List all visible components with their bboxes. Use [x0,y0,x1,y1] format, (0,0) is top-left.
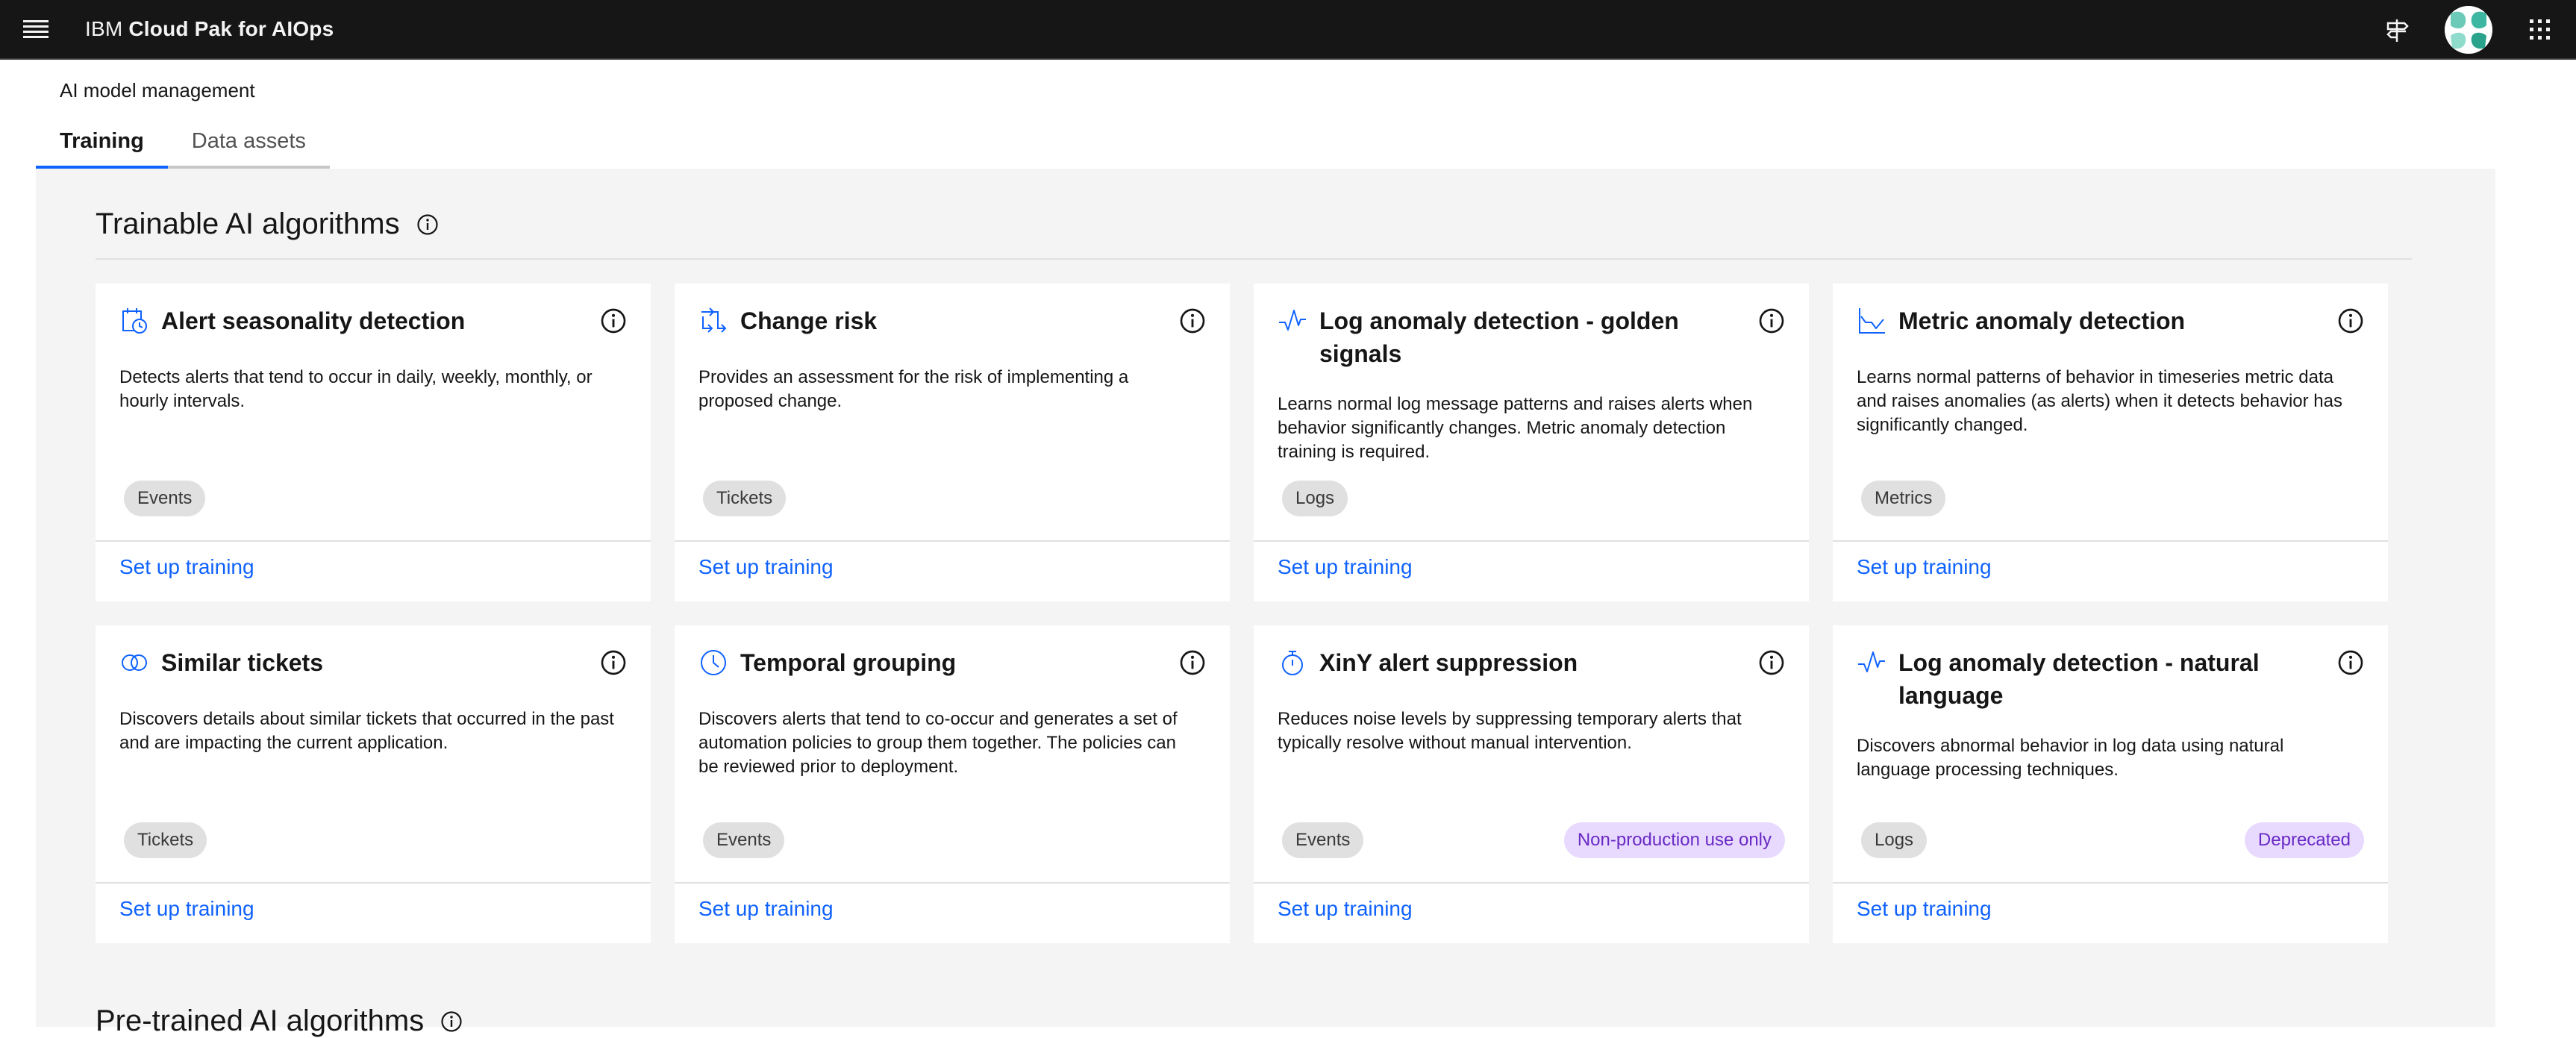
info-icon[interactable] [600,307,627,334]
algorithm-card: Similar tickets Discovers details about … [96,625,651,943]
info-icon[interactable] [1179,649,1206,676]
hamburger-menu-button[interactable] [0,0,72,59]
status-badge: Non-production use only [1563,822,1785,858]
status-badge: Deprecated [2244,822,2364,858]
tab-list: Training Data assets [36,116,330,169]
data-type-tag: Tickets [124,822,207,858]
data-type-tag: Metrics [1861,481,1946,516]
avatar-icon [2445,6,2492,54]
set-up-training-link[interactable]: Set up training [698,555,834,579]
info-icon[interactable] [416,213,439,236]
section-title: Pre-trained AI algorithms [96,1004,425,1037]
info-icon[interactable] [440,1010,463,1033]
training-panel: Trainable AI algorithms Alert seasonalit… [36,169,2495,1037]
data-type-tag: Tickets [703,481,787,516]
card-description: Discovers abnormal behavior in log data … [1857,736,2284,780]
card-description: Provides an assessment for the risk of i… [698,367,1129,411]
set-up-training-link[interactable]: Set up training [119,897,254,921]
product-label: Cloud Pak for AIOps [128,17,334,40]
user-avatar-button[interactable] [2433,0,2504,60]
section-divider [96,258,2412,260]
card-title: Temporal grouping [740,649,957,676]
info-icon[interactable] [600,649,627,676]
card-divider [1833,540,2388,542]
algorithm-card: Log anomaly detection - golden signals L… [1254,284,1809,601]
card-description: Discovers alerts that tend to co-occur a… [698,709,1178,777]
signpost-icon [2386,19,2409,42]
calendar-clock-icon [122,308,147,334]
avatar [2445,6,2492,54]
signpost-button[interactable] [2361,0,2433,60]
card-divider [1833,882,2388,884]
timer-icon [1282,651,1303,675]
info-icon[interactable] [1758,307,1785,334]
card-title: Change risk [740,307,878,334]
algorithm-card: Metric anomaly detection Learns normal p… [1833,284,2388,601]
info-icon[interactable] [1179,307,1206,334]
product-name[interactable]: IBM Cloud Pak for AIOps [85,17,334,41]
app-switcher-button[interactable] [2504,0,2576,60]
card-divider [96,882,651,884]
card-description: Reduces noise levels by suppressing temp… [1278,709,1742,753]
card-divider [1254,540,1809,542]
set-up-training-link[interactable]: Set up training [119,555,254,579]
card-divider [675,882,1230,884]
card-divider [96,540,651,542]
card-description: Detects alerts that tend to occur in dai… [119,367,593,411]
line-chart-icon [1859,308,1885,334]
clock-icon [701,650,726,675]
card-description: Learns normal log message patterns and r… [1278,394,1753,462]
algorithm-card: Log anomaly detection - natural language… [1833,625,2388,943]
change-arrows-icon [701,307,727,333]
info-icon[interactable] [1758,649,1785,676]
card-title: Alert seasonality detection [161,307,466,334]
set-up-training-link[interactable]: Set up training [1857,897,1992,921]
set-up-training-link[interactable]: Set up training [698,897,834,921]
tab-training[interactable]: Training [36,116,168,169]
set-up-training-link[interactable]: Set up training [1857,555,1992,579]
card-description: Learns normal patterns of behavior in ti… [1857,367,2342,435]
card-description: Discovers details about similar tickets … [119,709,614,753]
data-type-tag: Logs [1861,822,1928,858]
set-up-training-link[interactable]: Set up training [1278,897,1413,921]
card-title: Log anomaly detection - golden signals [1319,307,1679,367]
card-divider [675,540,1230,542]
data-type-tag: Logs [1282,481,1348,516]
section-title: Trainable AI algorithms [96,207,400,240]
card-title: Log anomaly detection - natural language [1898,649,2260,709]
data-type-tag: Events [703,822,785,858]
algorithm-card: Change risk Provides an assessment for t… [675,284,1230,601]
algorithm-card: Temporal grouping Discovers alerts that … [675,625,1230,943]
tab-data-assets[interactable]: Data assets [167,116,330,169]
card-divider [1254,882,1809,884]
top-header: IBM Cloud Pak for AIOps [0,0,2576,60]
card-title: Similar tickets [161,649,323,676]
info-icon[interactable] [2337,307,2364,334]
algorithm-card: Alert seasonality detection Detects aler… [96,284,651,601]
page-title: AI model management [60,79,255,101]
card-title: Metric anomaly detection [1898,307,2186,334]
overlap-circles-icon [122,654,147,671]
data-type-tag: Events [124,481,206,516]
info-icon[interactable] [2337,649,2364,676]
activity-icon [1858,651,1885,672]
activity-icon [1279,310,1306,331]
brand-label: IBM [85,17,123,40]
algorithm-card: XinY alert suppression Reduces noise lev… [1254,625,1809,943]
section-header-pretrained: Pre-trained AI algorithms [96,1004,463,1038]
menu-icon [23,20,49,38]
data-type-tag: Events [1282,822,1364,858]
set-up-training-link[interactable]: Set up training [1278,555,1413,579]
app-switcher-icon [2530,19,2550,40]
card-title: XinY alert suppression [1319,649,1578,676]
section-header-trainable: Trainable AI algorithms [96,207,439,241]
